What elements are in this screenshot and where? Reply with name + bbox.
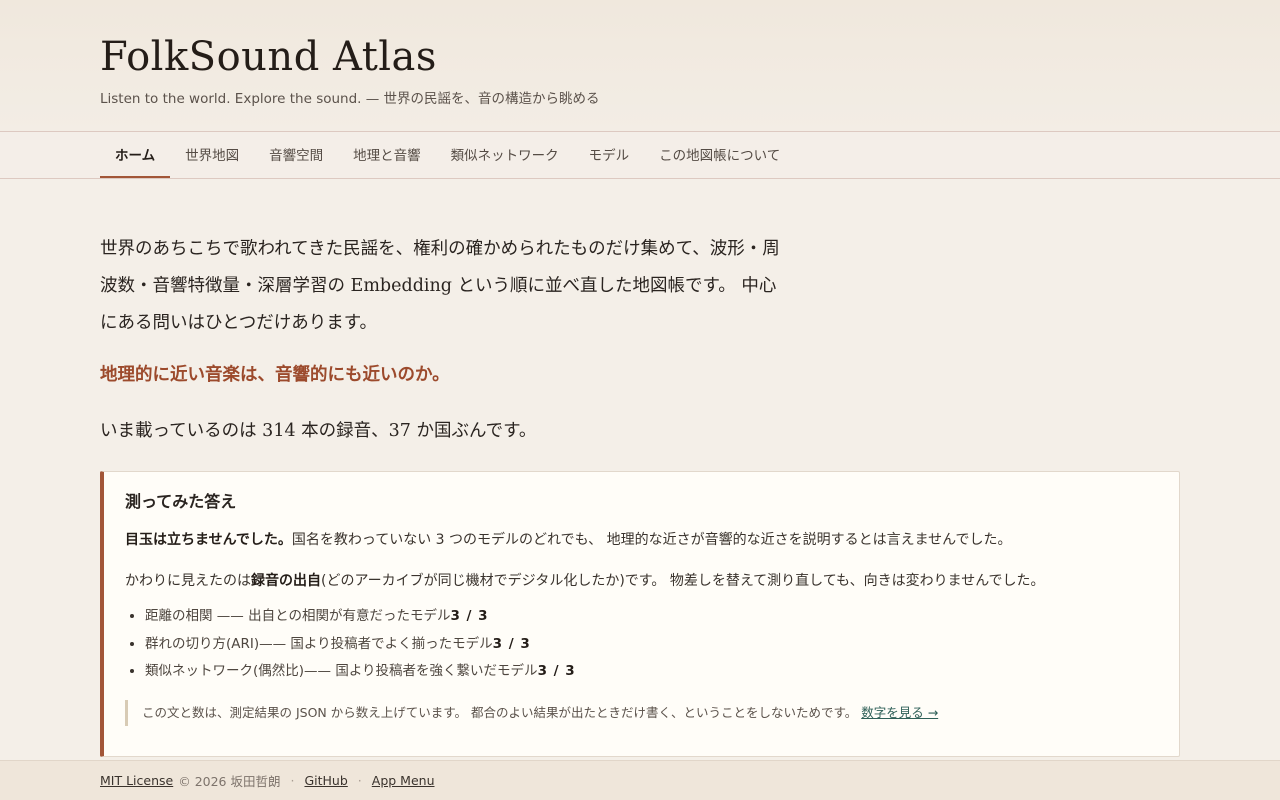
finding-text: 類似ネットワーク(偶然比)—— 国より投稿者を強く繋いだモデル	[145, 663, 538, 679]
finding-text: 群れの切り方(ARI)—— 国より投稿者でよく揃ったモデル	[145, 635, 493, 652]
findings-list: 距離の相関 —— 出自との相関が有意だったモデル3 / 3 群れの切り方(ARI…	[125, 603, 1159, 686]
app-menu-link[interactable]: App Menu	[372, 773, 435, 788]
answer-lead: 目玉は立ちませんでした。国名を教わっていない 3 つのモデルのどれでも、 地理的…	[125, 529, 1159, 551]
answer-lead-bold: 目玉は立ちませんでした。	[125, 532, 292, 548]
tab-models[interactable]: モデル	[574, 132, 645, 178]
finding-ratio: 3 / 3	[492, 635, 531, 652]
tab-world-map[interactable]: 世界地図	[170, 132, 254, 178]
site-tagline: Listen to the world. Explore the sound. …	[100, 91, 600, 107]
intro-paragraph: 世界のあちこちで歌われてきた民謡を、権利の確かめられたものだけ集めて、波形・周波…	[100, 239, 780, 333]
footer-separator: ·	[290, 773, 295, 788]
tab-about[interactable]: この地図帳について	[644, 132, 795, 178]
central-question: 地理的に近い音楽は、音響的にも近いのか。	[100, 365, 450, 385]
tab-geo-acoustic[interactable]: 地理と音響	[338, 132, 436, 178]
tab-home[interactable]: ホーム	[100, 132, 171, 178]
site-header: FolkSound Atlas Listen to the world. Exp…	[0, 0, 1280, 131]
main-nav: ホーム 世界地図 音響空間 地理と音響 類似ネットワーク モデル この地図帳につ…	[0, 131, 1280, 179]
finding-ratio: 3 / 3	[450, 608, 489, 624]
provenance-pre: かわりに見えたのは	[125, 573, 251, 589]
provenance-post: (どのアーカイブが同じ機材でデジタル化したか)です。 物差しを替えて測り直しても…	[321, 573, 1045, 589]
list-item: 距離の相関 —— 出自との相関が有意だったモデル3 / 3	[145, 603, 1159, 631]
license-link[interactable]: MIT License	[100, 773, 173, 788]
site-footer: MIT License © 2026 坂田哲朗 · GitHub · App M…	[0, 760, 1280, 800]
tab-similarity-network[interactable]: 類似ネットワーク	[436, 132, 574, 178]
note-text: この文と数は、測定結果の JSON から数え上げています。 都合のよい結果が出た…	[142, 704, 858, 720]
list-item: 群れの切り方(ARI)—— 国より投稿者でよく揃ったモデル3 / 3	[145, 631, 1159, 659]
recording-count: いま載っているのは 314 本の録音、37 か国ぶんです。	[100, 421, 537, 441]
answer-card: 測ってみた答え 目玉は立ちませんでした。国名を教わっていない 3 つのモデルのど…	[100, 471, 1180, 757]
footer-separator: ·	[357, 773, 362, 788]
copyright: © 2026 坂田哲朗	[178, 774, 281, 789]
github-link[interactable]: GitHub	[304, 773, 347, 788]
tab-acoustic-space[interactable]: 音響空間	[254, 132, 338, 178]
list-item: 類似ネットワーク(偶然比)—— 国より投稿者を強く繋いだモデル3 / 3	[145, 658, 1159, 686]
finding-text: 距離の相関 —— 出自との相関が有意だったモデル	[145, 608, 451, 624]
answer-provenance: かわりに見えたのは録音の出自(どのアーカイブが同じ機材でデジタル化したか)です。…	[125, 570, 1159, 592]
site-title: FolkSound Atlas	[100, 34, 437, 80]
main-content: 世界のあちこちで歌われてきた民謡を、権利の確かめられたものだけ集めて、波形・周波…	[0, 179, 1280, 757]
see-numbers-link[interactable]: 数字を見る →	[861, 705, 938, 720]
finding-ratio: 3 / 3	[537, 663, 576, 679]
answer-lead-text: 国名を教わっていない 3 つのモデルのどれでも、 地理的な近さが音響的な近さを説…	[291, 532, 1012, 548]
answer-title: 測ってみた答え	[125, 492, 237, 511]
provenance-bold: 録音の出自	[251, 573, 321, 589]
method-note: この文と数は、測定結果の JSON から数え上げています。 都合のよい結果が出た…	[125, 699, 1159, 726]
